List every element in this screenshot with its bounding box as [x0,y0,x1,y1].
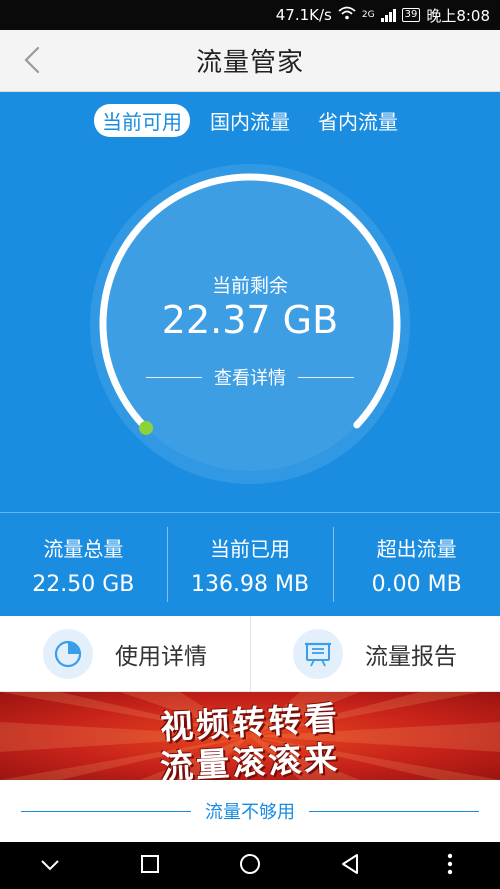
stat-used: 当前已用 136.98 MB [166,513,334,616]
page-title: 流量管家 [195,48,304,78]
usage-report-button[interactable]: 流量报告 [250,616,500,691]
scope-tabs: 当前可用 国内流量 省内流量 [0,104,500,137]
stat-label: 当前已用 [210,536,290,561]
usage-details-button[interactable]: 使用详情 [0,616,250,691]
stat-total: 流量总量 22.50 GB [0,513,167,616]
back-button[interactable] [14,44,50,80]
tab-domestic[interactable]: 国内流量 [202,104,298,137]
view-details-label: 查看详情 [214,368,286,389]
wifi-icon [338,6,356,24]
remaining-gauge: 当前剩余 22.37 GB 查看详情 [90,164,410,484]
divider-line [298,376,354,378]
view-details-link[interactable]: 查看详情 [146,364,354,390]
nav-home-button[interactable] [230,846,270,886]
gauge-dot [139,420,154,435]
action-row: 使用详情 流量报告 [0,616,500,692]
pie-chart-icon [43,628,93,679]
usage-stats: 流量总量 22.50 GB 当前已用 136.98 MB 超出流量 0.00 M… [0,512,500,616]
nav-menu-button[interactable] [430,846,470,886]
circle-icon [239,853,261,879]
nav-recents-button[interactable] [130,846,170,886]
battery-icon: 39 [401,8,421,22]
system-nav-bar [0,842,500,889]
square-icon [140,854,160,878]
not-enough-section: 流量不够用 [0,780,500,842]
remaining-label: 当前剩余 [211,275,288,297]
chevron-down-icon [40,856,60,875]
clock: 晚上8:08 [426,6,490,25]
tab-provincial[interactable]: 省内流量 [310,104,406,137]
stat-value: 136.98 MB [190,571,310,597]
network-speed: 47.1K/s [275,6,332,24]
signal-icon [380,8,396,22]
more-vertical-icon [447,853,453,879]
remaining-value: 22.37 GB [161,298,339,342]
usage-hero: 当前可用 国内流量 省内流量 当前剩余 22.37 GB 查看详情 [0,92,500,512]
nav-back-button[interactable] [330,846,370,886]
divider-line [309,810,479,812]
tab-current-available[interactable]: 当前可用 [94,104,190,137]
stat-exceeded: 超出流量 0.00 MB [333,513,500,616]
usage-details-label: 使用详情 [115,643,207,670]
network-type: 2G [361,10,375,20]
stat-label: 流量总量 [43,536,124,561]
triangle-back-icon [340,853,360,879]
promo-banner[interactable]: 视频转转看 流量滚滚来 [0,692,500,780]
battery-level: 39 [404,9,418,20]
not-enough-link[interactable]: 流量不够用 [205,798,295,824]
divider-line [21,810,191,812]
stat-label: 超出流量 [376,536,457,561]
status-bar: 47.1K/s 2G 39 晚上8:08 [0,0,500,30]
chevron-left-icon [23,46,41,78]
title-bar: 流量管家 [0,30,500,92]
nav-collapse-button[interactable] [30,846,70,886]
report-board-icon [293,628,343,679]
stat-value: 0.00 MB [371,571,462,597]
stat-value: 22.50 GB [32,571,135,597]
usage-report-label: 流量报告 [365,643,457,670]
divider-line [146,376,202,378]
